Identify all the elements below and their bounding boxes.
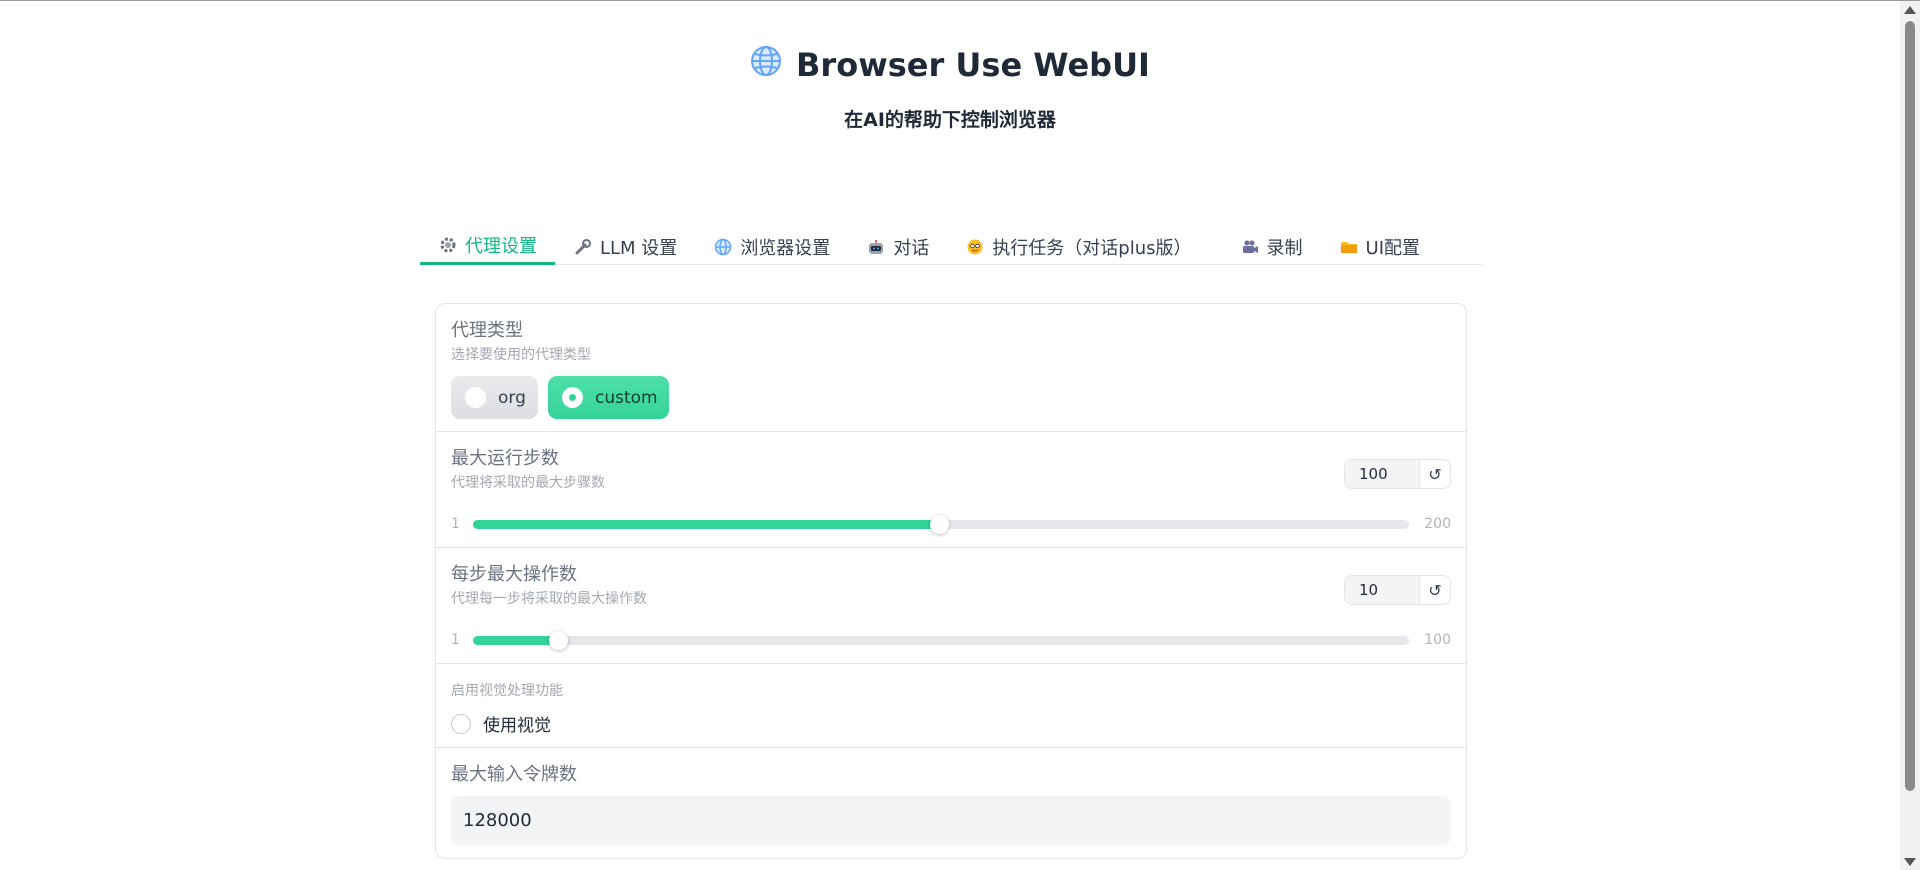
tab-llm-settings[interactable]: LLM 设置 xyxy=(555,228,695,265)
max-actions-section: 每步最大操作数 代理每一步将采取的最大操作数 ↺ 1 100 xyxy=(436,548,1466,664)
checkbox-label: 使用视觉 xyxy=(483,716,551,736)
robot-icon xyxy=(866,237,886,257)
max-steps-slider: 1 200 xyxy=(451,514,1451,534)
checkbox-circle[interactable] xyxy=(451,713,471,734)
max-tokens-input[interactable] xyxy=(451,796,1451,845)
vision-section: 启用视觉处理功能 使用视觉 xyxy=(436,664,1466,748)
max-steps-info: 代理将采取的最大步骤数 xyxy=(451,475,605,491)
max-tokens-section: 最大输入令牌数 xyxy=(436,748,1466,858)
slider-min: 1 xyxy=(451,632,460,648)
radio-label: org xyxy=(498,387,526,408)
tab-run-task[interactable]: 执行任务（对话plus版） xyxy=(947,228,1209,265)
radio-circle xyxy=(465,387,486,408)
face-icon xyxy=(965,237,985,257)
tab-ui-config[interactable]: UI配置 xyxy=(1321,228,1438,265)
max-steps-label: 最大运行步数 xyxy=(451,448,559,469)
page-subtitle: 在AI的帮助下控制浏览器 xyxy=(844,109,1056,131)
slider-thumb[interactable] xyxy=(929,515,949,534)
slider-track[interactable] xyxy=(473,515,1409,534)
slider-min: 1 xyxy=(451,516,460,532)
slider-fill xyxy=(473,520,939,529)
tab-label: 执行任务（对话plus版） xyxy=(992,237,1192,259)
globe-icon xyxy=(713,237,733,257)
tab-recording[interactable]: 录制 xyxy=(1222,228,1321,265)
tab-agent-settings[interactable]: 代理设置 xyxy=(420,228,555,265)
page-scrollbar[interactable] xyxy=(1900,1,1920,870)
gear-icon xyxy=(438,235,458,255)
max-actions-info: 代理每一步将采取的最大操作数 xyxy=(451,591,647,607)
tab-browser-settings[interactable]: 浏览器设置 xyxy=(695,228,848,265)
folder-icon xyxy=(1339,237,1359,257)
tab-label: LLM 设置 xyxy=(600,237,678,259)
slider-max: 200 xyxy=(1424,516,1451,532)
max-actions-input[interactable] xyxy=(1345,576,1419,604)
radio-circle-selected xyxy=(562,387,583,408)
vision-label: 启用视觉处理功能 xyxy=(451,683,563,699)
max-tokens-label: 最大输入令牌数 xyxy=(451,764,577,785)
page-title: Browser Use WebUI xyxy=(750,45,1150,85)
scrollbar-thumb[interactable] xyxy=(1905,21,1915,791)
agent-type-section: 代理类型 选择要使用的代理类型 org custom xyxy=(436,304,1466,432)
scroll-up-arrow-icon[interactable] xyxy=(1904,6,1916,14)
reset-icon[interactable]: ↺ xyxy=(1419,576,1450,604)
slider-track[interactable] xyxy=(473,631,1409,650)
scroll-down-arrow-icon[interactable] xyxy=(1904,858,1916,866)
tab-label: UI配置 xyxy=(1365,237,1421,259)
max-steps-input[interactable] xyxy=(1345,460,1419,488)
wrench-icon xyxy=(573,237,593,257)
reset-icon[interactable]: ↺ xyxy=(1419,460,1450,488)
agent-type-info: 选择要使用的代理类型 xyxy=(451,347,591,363)
radio-label: custom xyxy=(595,387,658,408)
slider-max: 100 xyxy=(1424,632,1451,648)
tab-chat[interactable]: 对话 xyxy=(848,228,947,265)
max-steps-number: ↺ xyxy=(1344,459,1451,489)
max-actions-label: 每步最大操作数 xyxy=(451,564,577,585)
agent-settings-panel: 代理类型 选择要使用的代理类型 org custom 最大运行步数 代理将采取的… xyxy=(435,303,1467,859)
max-steps-section: 最大运行步数 代理将采取的最大步骤数 ↺ 1 200 xyxy=(436,432,1466,548)
page-title-text: Browser Use WebUI xyxy=(796,46,1150,84)
max-actions-number: ↺ xyxy=(1344,575,1451,605)
globe-icon xyxy=(750,45,782,85)
use-vision-checkbox[interactable]: 使用视觉 xyxy=(451,711,551,736)
slider-fill xyxy=(473,636,559,645)
app-header: Browser Use WebUI 在AI的帮助下控制浏览器 xyxy=(0,45,1900,132)
agent-type-option-custom[interactable]: custom xyxy=(548,376,669,419)
tab-label: 对话 xyxy=(893,237,930,259)
slider-thumb[interactable] xyxy=(549,631,569,650)
tab-bar: 代理设置 LLM 设置 浏览器设置 对话 执行任务（对话plus版） 录制 UI… xyxy=(420,228,1482,265)
tab-label: 录制 xyxy=(1266,237,1303,259)
tab-label: 浏览器设置 xyxy=(740,237,831,259)
agent-type-option-org[interactable]: org xyxy=(451,376,538,419)
agent-type-label: 代理类型 xyxy=(451,320,523,341)
max-actions-slider: 1 100 xyxy=(451,630,1451,650)
video-camera-icon xyxy=(1240,237,1260,257)
tab-label: 代理设置 xyxy=(465,236,537,257)
